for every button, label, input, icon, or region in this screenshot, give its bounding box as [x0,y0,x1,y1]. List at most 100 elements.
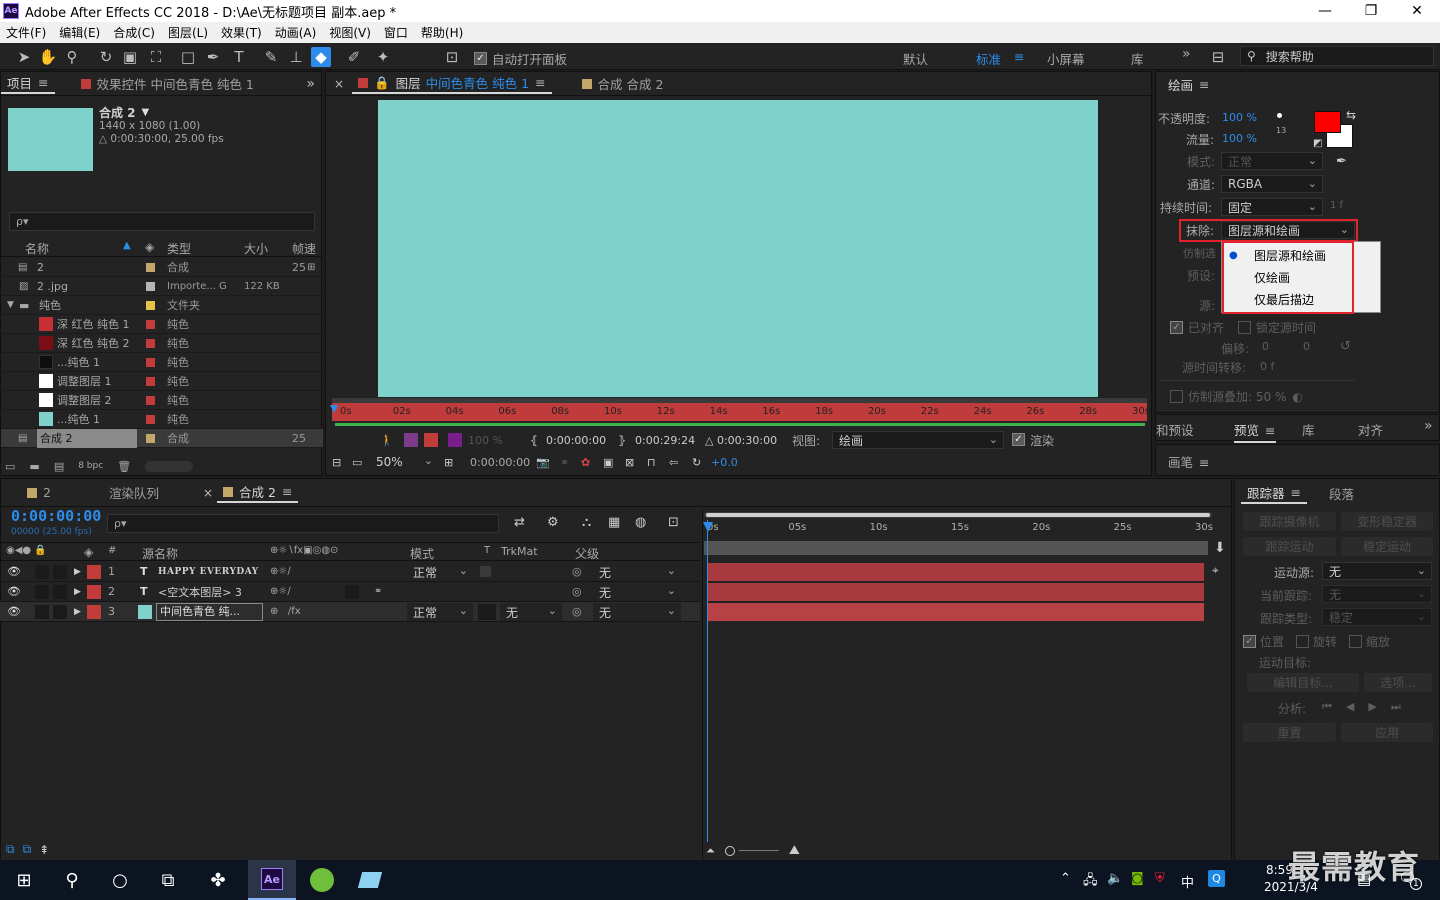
trash-icon[interactable]: 🗑 [117,460,131,473]
motion-blur-icon[interactable]: 🚶 [380,434,394,447]
rectangle-tool-icon[interactable]: □ [178,47,198,67]
timeline-layer-row[interactable]: 👁 ▶ 1 T HAPPY EVERYDAY ⊕☼∕ 正常 ⌄ ◎ 无 ⌄ [0,562,700,582]
parent-pickwhip-icon[interactable]: ◎ [572,565,582,578]
track-type-dropdown[interactable]: 稳定 ⌄ [1322,608,1432,626]
expand-layer-icon[interactable]: ▶ [74,587,81,597]
aligned-checkbox[interactable]: ✓ [1170,321,1183,334]
pan-behind-tool-icon[interactable]: ⛶ [146,47,166,67]
menu-view[interactable]: 视图(V) [329,24,371,41]
eyedropper-icon[interactable]: ✒ [1336,154,1347,169]
close-tab-icon[interactable]: × [203,486,213,500]
new-composition-icon[interactable]: ▤ [54,460,64,473]
zoom-in-icon[interactable]: ⛰ [789,843,800,858]
keyframe-nav-icon[interactable]: ⌖ [1212,563,1219,578]
puppet-pin-tool-icon[interactable]: ✦ [373,47,393,67]
label-swatch[interactable] [146,433,155,443]
label-swatch[interactable] [146,338,155,348]
current-time-indicator[interactable] [707,520,708,842]
col-fps[interactable]: 帧速 [292,240,316,257]
position-checkbox[interactable]: ✓ [1243,635,1256,648]
layer-name[interactable]: <空文本图层> 3 [158,584,242,600]
windows-start-icon[interactable]: ⊞ [0,860,48,900]
preserve-transparency-toggle[interactable] [480,566,491,577]
solo-toggle[interactable] [35,584,49,599]
workspace-icon[interactable]: ⊡ [442,47,462,67]
project-item-row[interactable]: 调整图层 2 纯色 [1,391,323,410]
duration-dropdown[interactable]: 固定 ⌄ [1221,198,1323,216]
layer-switches-icon[interactable]: ⊕☼∕ [270,586,291,597]
camera-tool-icon[interactable]: ▣ [120,47,140,67]
stretch-pane-icon[interactable]: ⇞ [39,843,49,857]
flow-value[interactable]: 100 % [1222,132,1257,145]
flowchart-view-icon[interactable]: ⇦ [669,456,678,469]
snapshot-icon[interactable]: ⊟ [332,456,341,469]
default-colors-icon[interactable]: ◩ [1313,138,1322,149]
tab-comp-2[interactable]: 2 [21,485,57,500]
workspace-standard[interactable]: 标准 [976,49,1001,68]
ime-indicator[interactable]: 中 [1181,872,1194,891]
project-item-row[interactable]: 调整图层 1 纯色 [1,372,323,391]
project-item-row[interactable]: 深 红色 纯色 1 纯色 [1,315,323,334]
channel-icon[interactable]: ✿ [581,456,590,469]
swap-colors-icon[interactable]: ⇆ [1346,108,1356,122]
col-parent[interactable]: 父级 [575,545,599,562]
layer-trkmat-dropdown[interactable]: 无 ⌄ [500,603,562,621]
sync-settings-icon[interactable]: ⊟ [1208,47,1228,67]
tab-effects-presets[interactable]: 和预设 [1156,420,1194,439]
help-search-input[interactable]: ⚲ 搜索帮助 [1240,46,1434,66]
tab-composition[interactable]: 合成 合成 2 [576,74,670,93]
lock-toggle[interactable] [53,564,67,579]
workspace-menu-icon[interactable]: ≡ [1014,49,1024,64]
timeline-search-input[interactable]: ρ▾ [107,514,499,533]
monitor-icon[interactable]: ▭ [352,456,362,469]
tab-layer[interactable]: 🔒 图层 中间色青色 纯色 1 ≡ [352,73,552,94]
lock-source-time-checkbox[interactable] [1238,321,1252,334]
options-button[interactable]: 选项... [1364,673,1432,692]
menu-effect[interactable]: 效果(T) [221,24,262,41]
project-item-row[interactable]: ...纯色 1 纯色 [1,353,323,372]
task-view-icon[interactable]: ⧉ [144,860,192,900]
menu-window[interactable]: 窗口 [384,24,408,41]
reset-offset-icon[interactable]: ↺ [1340,339,1351,354]
close-tab-icon[interactable]: × [334,77,344,91]
current-time-handle[interactable] [703,522,713,532]
layer-name[interactable]: HAPPY EVERYDAY [158,567,259,577]
layer-mode-dropdown[interactable]: 正常 ⌄ [407,563,473,581]
tab-libraries[interactable]: 库 [1302,420,1315,439]
layer-parent-dropdown[interactable]: 无 ⌄ [593,563,681,581]
project-item-row[interactable]: ▤ 2 合成 25 ⊞ [1,258,323,277]
col-source-name[interactable]: 源名称 [142,545,178,562]
stabilize-motion-button[interactable]: 稳定运动 [1341,537,1433,556]
auto-open-panel-checkbox[interactable]: ✓ [474,52,487,65]
difference-mode-icon[interactable]: ◐ [1292,390,1302,404]
graph-editor-icon[interactable]: ⊡ [668,515,679,530]
exposure-value[interactable]: +0.0 [711,456,738,469]
label-swatch[interactable] [146,281,155,291]
pinwheel-app-icon[interactable]: ✤ [194,860,242,900]
tab-align[interactable]: 对齐 [1358,420,1383,439]
set-out-icon[interactable]: ⦄ [618,434,626,447]
label-swatch[interactable] [146,300,155,310]
after-effects-taskbar-icon[interactable]: Ae [248,860,296,900]
shy-icon[interactable] [404,433,418,447]
thumbnail-slider[interactable] [145,460,194,472]
more-tabs-icon[interactable]: » [1424,418,1433,434]
parent-pickwhip-icon[interactable]: ◎ [572,585,582,598]
layer-duration-bar[interactable] [708,603,1204,621]
label-swatch[interactable] [146,376,155,386]
offset-x[interactable]: 0 [1262,340,1269,353]
security-shield-icon[interactable]: ⛨ [1155,871,1165,886]
switch-cell[interactable] [345,584,359,599]
visibility-eye-icon[interactable]: 👁 [7,565,21,578]
guides-icon[interactable]: ⊓ [647,456,656,469]
project-folder-row[interactable]: ▼ ▬ 纯色 文件夹 [1,296,323,315]
menu-composition[interactable]: 合成(C) [113,24,155,41]
menu-edit[interactable]: 编辑(E) [59,24,100,41]
selected-item-dropdown-icon[interactable]: ▼ [142,107,150,118]
view-dropdown[interactable]: 绘画 ⌄ [832,431,1004,449]
maximize-button[interactable]: ❐ [1348,0,1394,22]
expand-layer-icon[interactable]: ▶ [74,567,81,577]
tab-paint[interactable]: 绘画 ≡ [1162,75,1216,94]
lock-toggle[interactable] [53,604,67,619]
frame-blend-icon[interactable] [424,433,438,447]
